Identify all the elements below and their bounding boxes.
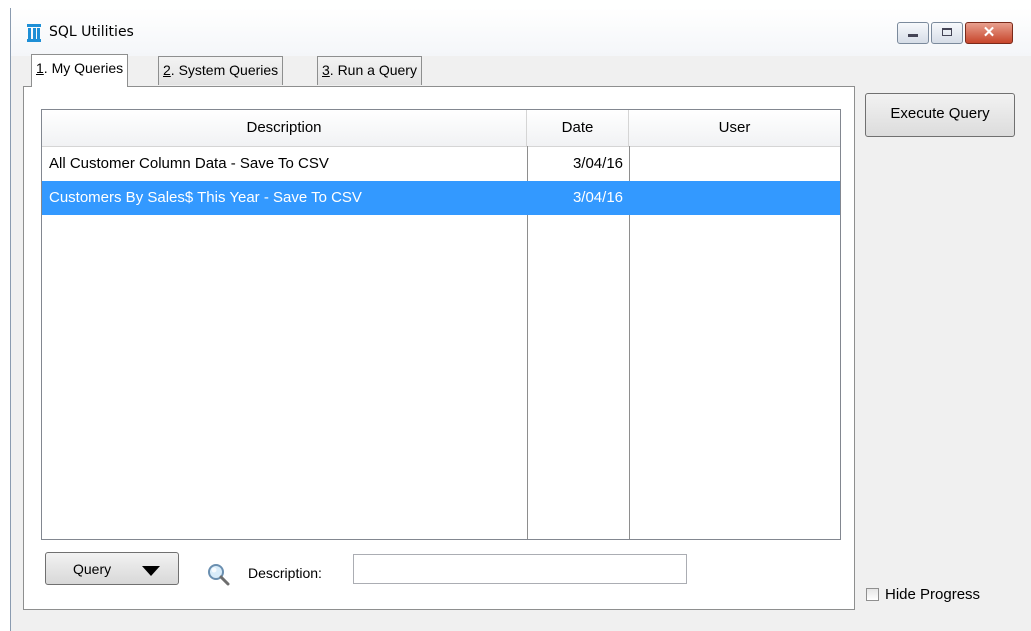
cell-user — [629, 147, 840, 181]
cell-date: 3/04/16 — [572, 189, 623, 206]
hide-progress-checkbox[interactable] — [866, 588, 879, 601]
tab-label: . Run a Query — [329, 62, 417, 78]
close-icon: ✕ — [982, 24, 996, 41]
tab-my-queries[interactable]: 1. My Queries — [31, 54, 129, 87]
table-row-selected[interactable]: Customers By Sales$ This Year - Save To … — [42, 181, 840, 215]
minimize-icon — [908, 34, 918, 37]
close-button[interactable]: ✕ — [965, 22, 1013, 44]
minimize-button[interactable] — [897, 22, 929, 44]
tab-label: . My Queries — [43, 60, 124, 76]
maximize-icon — [942, 28, 952, 36]
query-dropdown-button[interactable]: Query — [45, 552, 179, 585]
table-row[interactable]: All Customer Column Data - Save To CSV 3… — [42, 147, 840, 181]
cell-description: Customers By Sales$ This Year - Save To … — [49, 189, 362, 206]
description-search-input[interactable] — [353, 554, 687, 584]
query-button-label: Query — [73, 561, 112, 577]
execute-query-button[interactable]: Execute Query — [865, 93, 1015, 137]
hide-progress-label: Hide Progress — [885, 586, 981, 603]
tab-run-a-query[interactable]: 3. Run a Query — [317, 56, 422, 85]
tab-mnemonic: 1 — [36, 60, 44, 76]
triangle-down-icon — [142, 566, 160, 576]
tab-mnemonic: 2 — [163, 62, 171, 78]
table-header: Description Date User — [42, 110, 840, 147]
maximize-button[interactable] — [931, 22, 963, 44]
app-icon — [27, 24, 41, 42]
tab-mnemonic: 3 — [322, 62, 330, 78]
description-label: Description: — [248, 565, 322, 581]
cell-date: 3/04/16 — [572, 155, 623, 172]
column-header-date[interactable]: Date — [527, 110, 629, 146]
column-header-user[interactable]: User — [629, 110, 840, 146]
window-title: SQL Utilities — [49, 24, 134, 40]
tab-system-queries[interactable]: 2. System Queries — [158, 56, 284, 85]
magnifier-icon[interactable] — [206, 562, 230, 586]
tab-label: . System Queries — [170, 62, 279, 78]
cell-description: All Customer Column Data - Save To CSV — [49, 155, 329, 172]
cell-user — [629, 181, 840, 215]
title-bar[interactable]: SQL Utilities ✕ — [11, 8, 1031, 56]
queries-table[interactable]: Description Date User All Customer Colum… — [41, 109, 841, 540]
column-header-description[interactable]: Description — [42, 110, 527, 146]
